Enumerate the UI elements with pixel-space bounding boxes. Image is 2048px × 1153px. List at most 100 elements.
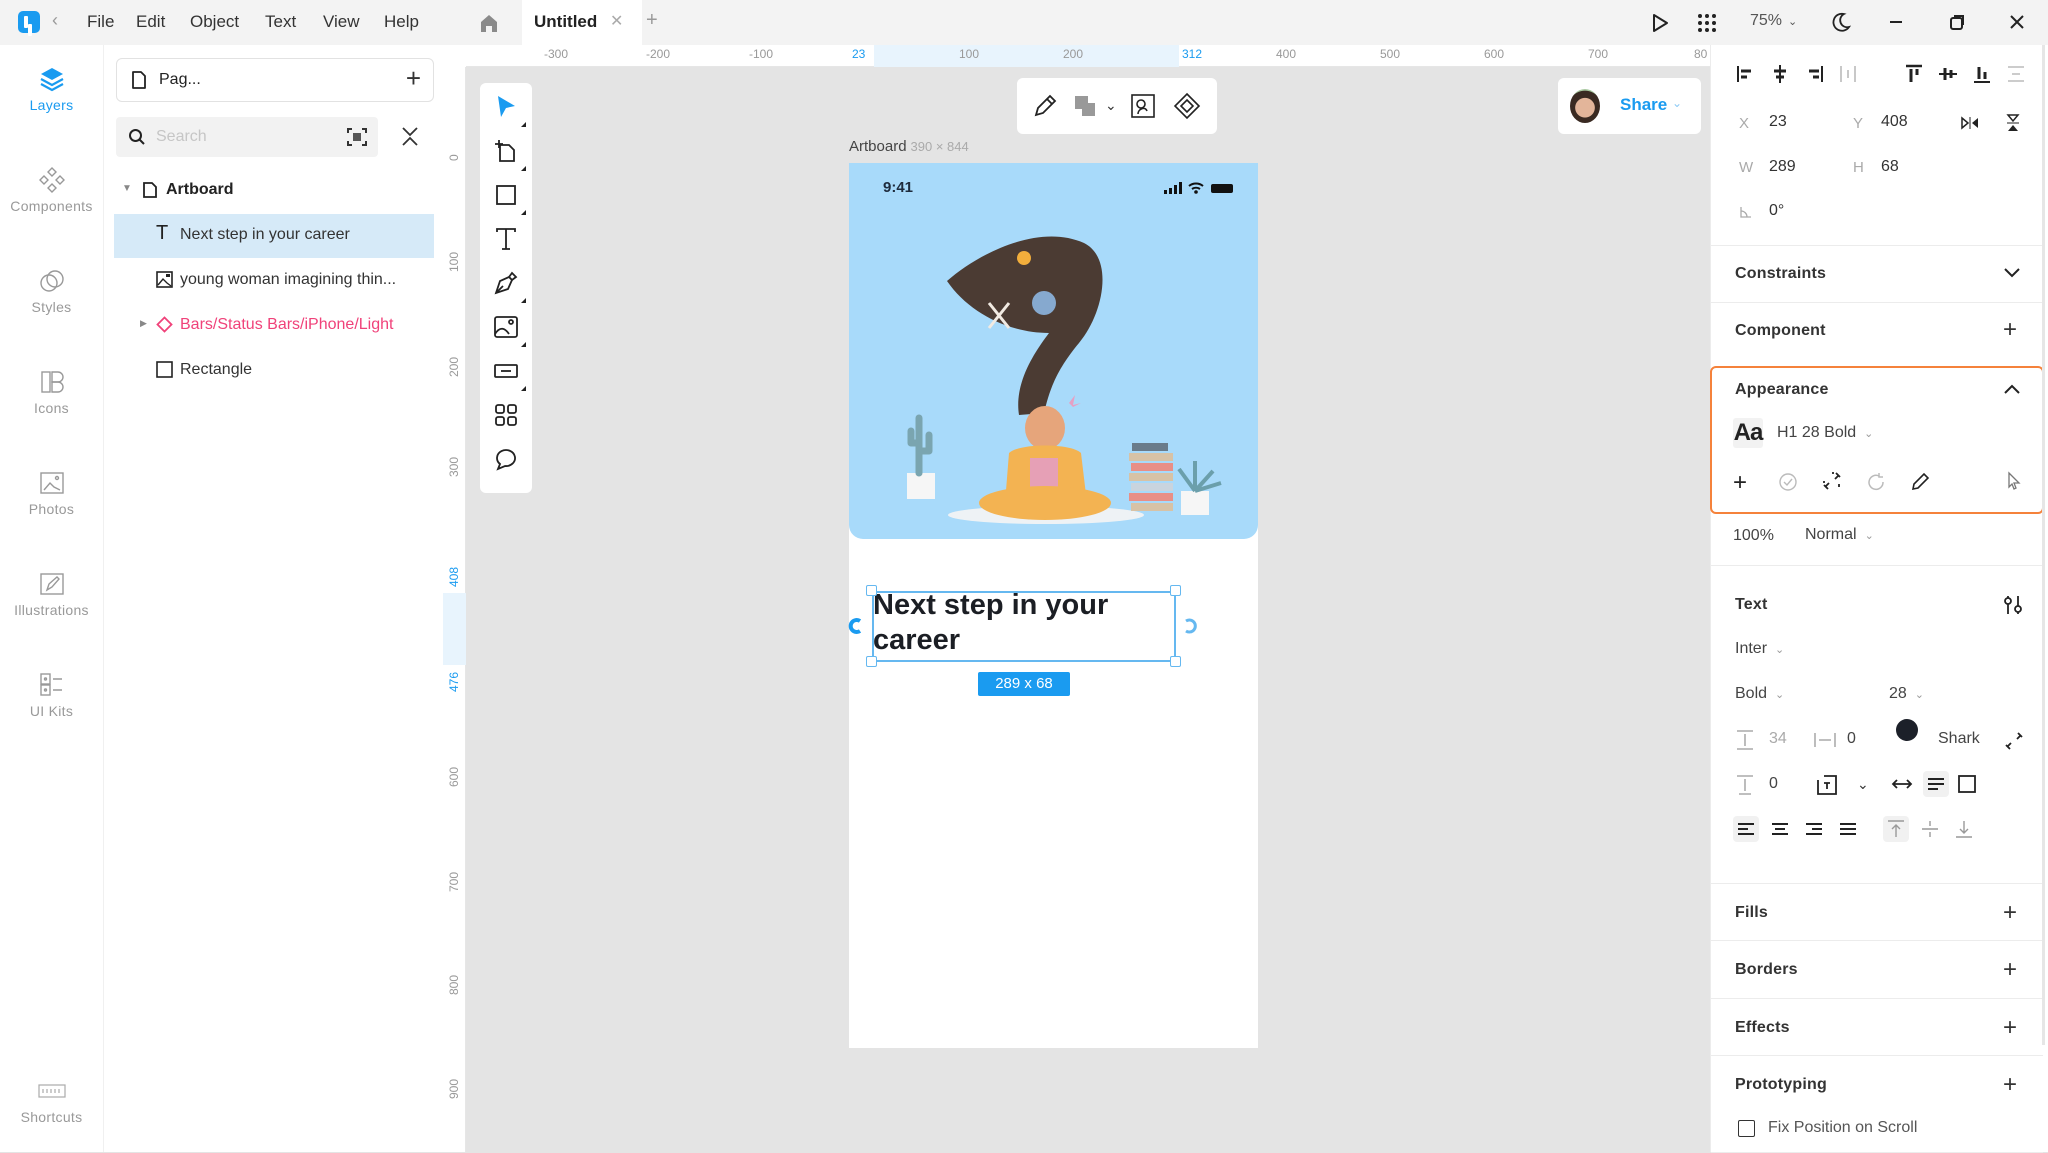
rail-item-illustrations[interactable]: Illustrations: [0, 570, 103, 618]
font-family-dropdown[interactable]: Inter ⌄: [1735, 640, 1784, 658]
distribute-vertical-icon[interactable]: [2005, 63, 2027, 85]
artboard-tool[interactable]: [492, 137, 526, 171]
chevron-down-icon[interactable]: [2003, 266, 2021, 280]
page-selector[interactable]: Pag... +: [116, 58, 434, 102]
reset-style-icon[interactable]: [1865, 471, 1887, 493]
add-component-property-icon[interactable]: +: [2003, 318, 2017, 342]
rotation-input[interactable]: 0°: [1769, 202, 1784, 220]
auto-height-icon[interactable]: [1923, 771, 1949, 797]
edit-style-pencil-icon[interactable]: [1909, 471, 1931, 493]
menu-file[interactable]: File: [87, 12, 114, 32]
back-chevron-icon[interactable]: ‹: [52, 10, 58, 31]
align-vertical-center-icon[interactable]: [1937, 63, 1959, 85]
text-align-center-icon[interactable]: [1767, 816, 1793, 842]
mask-icon[interactable]: [1129, 92, 1157, 120]
paragraph-spacing-input[interactable]: 0: [1769, 775, 1778, 793]
constraints-section[interactable]: Constraints: [1711, 245, 2043, 302]
text-color-name[interactable]: Shark: [1938, 730, 1980, 748]
prototyping-section[interactable]: Prototyping + Fix Position on Scroll: [1711, 1055, 2043, 1152]
minimize-icon[interactable]: [1885, 11, 1907, 33]
add-fill-icon[interactable]: +: [2003, 901, 2017, 925]
hero-illustration[interactable]: 9:41: [849, 163, 1258, 539]
add-effect-icon[interactable]: +: [2003, 1016, 2017, 1040]
rail-item-icons[interactable]: Icons: [0, 368, 103, 416]
add-page-icon[interactable]: +: [406, 65, 421, 91]
font-size-dropdown[interactable]: 28 ⌄: [1889, 685, 1924, 703]
edit-pencil-icon[interactable]: [1031, 92, 1059, 120]
search-input[interactable]: [156, 125, 326, 149]
text-box-mode-icon[interactable]: [1815, 773, 1839, 797]
rail-item-layers[interactable]: Layers: [0, 65, 103, 113]
share-button[interactable]: Share: [1620, 95, 1667, 115]
add-interaction-icon[interactable]: +: [2003, 1073, 2017, 1097]
resize-handle-bottom-right[interactable]: [1170, 656, 1181, 667]
align-top-icon[interactable]: [1903, 63, 1925, 85]
apps-grid-icon[interactable]: [1697, 13, 1717, 33]
menu-edit[interactable]: Edit: [136, 12, 165, 32]
layer-text-headline[interactable]: T Next step in your career: [114, 214, 434, 258]
boolean-dropdown-chevron-icon[interactable]: ⌄: [1105, 97, 1117, 114]
chevron-up-icon[interactable]: [2003, 382, 2021, 396]
maximize-icon[interactable]: [1946, 11, 1968, 33]
detach-color-icon[interactable]: [2003, 730, 2025, 752]
align-bottom-icon[interactable]: [1971, 63, 1993, 85]
component-section[interactable]: Component +: [1711, 302, 2043, 359]
text-box-mode-chevron-icon[interactable]: ⌄: [1857, 776, 1869, 793]
new-tab-icon[interactable]: +: [646, 9, 658, 32]
layer-rectangle[interactable]: Rectangle: [114, 349, 434, 393]
comment-tool[interactable]: [492, 445, 520, 473]
text-align-right-icon[interactable]: [1801, 816, 1827, 842]
resize-handle-bottom-left[interactable]: [866, 656, 877, 667]
fixed-size-icon[interactable]: [1957, 774, 1977, 794]
app-logo-icon[interactable]: [18, 11, 40, 33]
text-settings-sliders-icon[interactable]: [2003, 594, 2023, 616]
menu-object[interactable]: Object: [190, 12, 239, 32]
detach-style-icon[interactable]: [1821, 470, 1843, 492]
layer-image[interactable]: young woman imagining thin...: [114, 259, 434, 303]
align-right-icon[interactable]: [1803, 63, 1825, 85]
text-align-left-icon[interactable]: [1733, 816, 1759, 842]
rail-item-photos[interactable]: Photos: [0, 469, 103, 517]
y-input[interactable]: 408: [1881, 113, 1908, 131]
auto-width-handle-right[interactable]: [1184, 617, 1200, 635]
flip-horizontal-icon[interactable]: [1961, 115, 1979, 131]
align-left-icon[interactable]: [1735, 63, 1757, 85]
letter-spacing-input[interactable]: 0: [1847, 730, 1856, 748]
play-icon[interactable]: [1650, 12, 1670, 34]
collapse-all-icon[interactable]: [400, 125, 420, 149]
rail-item-ui-kits[interactable]: UI Kits: [0, 671, 103, 719]
share-dropdown-chevron-icon[interactable]: ⌄: [1672, 96, 1682, 110]
headline-text[interactable]: Next step in your career: [873, 588, 1173, 658]
assets-grid-tool[interactable]: [492, 401, 520, 429]
text-align-justify-icon[interactable]: [1835, 816, 1861, 842]
apply-style-check-icon[interactable]: [1777, 471, 1799, 493]
add-style-icon[interactable]: +: [1733, 469, 1747, 497]
tab-close-icon[interactable]: ✕: [610, 11, 623, 31]
artboard-title[interactable]: Artboard 390 × 844: [849, 138, 969, 155]
width-input[interactable]: 289: [1769, 158, 1796, 176]
x-input[interactable]: 23: [1769, 113, 1787, 131]
home-icon[interactable]: [478, 12, 500, 34]
line-height-input[interactable]: 34: [1769, 730, 1787, 748]
fills-section[interactable]: Fills +: [1711, 883, 2043, 940]
auto-width-icon[interactable]: [1891, 776, 1913, 792]
text-color-swatch[interactable]: [1896, 719, 1918, 741]
style-cursor-pointer-icon[interactable]: [2005, 471, 2023, 491]
blend-mode-dropdown[interactable]: Normal ⌄: [1805, 526, 1874, 544]
rectangle-tool[interactable]: [492, 181, 526, 215]
fix-position-checkbox[interactable]: [1738, 1120, 1755, 1137]
document-tab[interactable]: Untitled ✕: [522, 0, 642, 45]
borders-section[interactable]: Borders +: [1711, 940, 2043, 998]
vertical-align-bottom-icon[interactable]: [1951, 816, 1977, 842]
image-tool[interactable]: [492, 313, 526, 347]
menu-help[interactable]: Help: [384, 12, 419, 32]
zoom-level-dropdown[interactable]: 75% ⌄: [1750, 12, 1797, 30]
effects-section[interactable]: Effects +: [1711, 998, 2043, 1055]
rail-item-styles[interactable]: Styles: [0, 267, 103, 315]
user-avatar[interactable]: [1570, 89, 1600, 123]
vertical-align-top-icon[interactable]: [1883, 816, 1909, 842]
close-window-icon[interactable]: [2006, 11, 2028, 33]
component-box-tool[interactable]: [492, 357, 526, 391]
vertical-align-middle-icon[interactable]: [1917, 816, 1943, 842]
resize-handle-top-left[interactable]: [866, 585, 877, 596]
